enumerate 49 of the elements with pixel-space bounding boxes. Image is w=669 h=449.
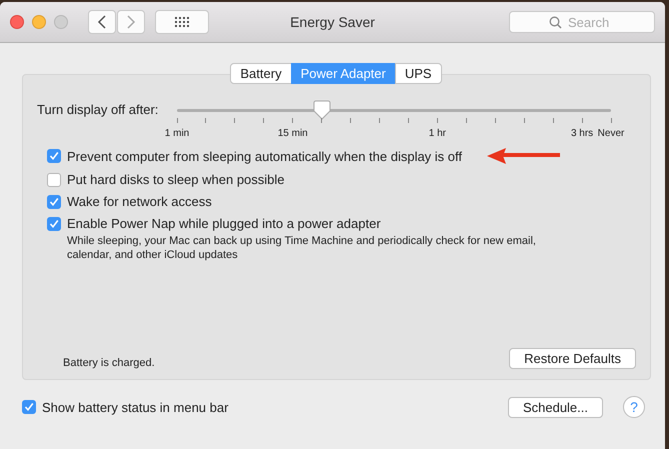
chevron-right-icon — [126, 15, 136, 29]
tick-mark — [408, 118, 409, 123]
tick-mark — [582, 118, 583, 123]
grid-icon — [174, 16, 190, 28]
slider-thumb[interactable] — [312, 100, 331, 120]
chevron-left-icon — [97, 15, 107, 29]
search-field[interactable]: Search — [509, 11, 655, 33]
tick-label: Never — [598, 128, 624, 139]
tick-mark — [494, 118, 496, 123]
tick-mark — [610, 118, 612, 123]
tick-label: 15 min — [278, 128, 308, 139]
tick-label: 3 hrs — [570, 128, 594, 139]
back-button[interactable] — [88, 10, 116, 34]
tick-mark — [234, 118, 236, 123]
option-label: Wake for network access — [67, 194, 212, 209]
tick-mark — [321, 118, 322, 123]
checkbox[interactable] — [47, 216, 61, 230]
tick-mark — [350, 118, 352, 123]
option-label: Put hard disks to sleep when possible — [67, 172, 285, 187]
tab[interactable]: UPS — [394, 63, 442, 84]
tick-mark — [379, 118, 380, 123]
restore-defaults-button[interactable]: Restore Defaults — [509, 348, 636, 368]
tick-mark — [466, 118, 467, 123]
checkbox[interactable] — [47, 194, 61, 208]
option-label: Show battery status in menu bar — [42, 400, 228, 414]
tick-mark — [436, 118, 438, 123]
schedule-button[interactable]: Schedule... — [508, 396, 603, 418]
tick-mark — [176, 118, 178, 123]
option-label: Enable Power Nap while plugged into a power adapter — [67, 216, 381, 231]
tab[interactable]: Battery — [230, 63, 292, 84]
tick-label: 1 hr — [428, 128, 446, 139]
battery-status: Battery is charged. — [63, 357, 155, 369]
checkbox[interactable] — [47, 172, 61, 186]
tick-mark — [552, 118, 554, 123]
checkbox[interactable] — [47, 149, 61, 163]
minimize-button[interactable] — [32, 15, 46, 29]
tick-mark — [263, 118, 264, 123]
close-button[interactable] — [10, 15, 24, 29]
search-icon — [549, 16, 562, 29]
option-description: While sleeping, your Mac can back up using Time Machine and periodically check for new email, calendar, and other iCloud updates — [67, 234, 537, 262]
tick-mark — [524, 118, 525, 123]
window-title: Energy Saver — [290, 14, 375, 30]
slider-label: Turn display off after: — [37, 102, 160, 117]
tick-mark — [205, 118, 206, 123]
show-all-button[interactable] — [155, 10, 209, 34]
tick-label: 1 min — [164, 128, 190, 139]
tick-mark — [292, 118, 294, 123]
option-label: Prevent computer from sleeping automatically when the display is off — [67, 148, 462, 164]
checkbox[interactable] — [22, 400, 36, 414]
